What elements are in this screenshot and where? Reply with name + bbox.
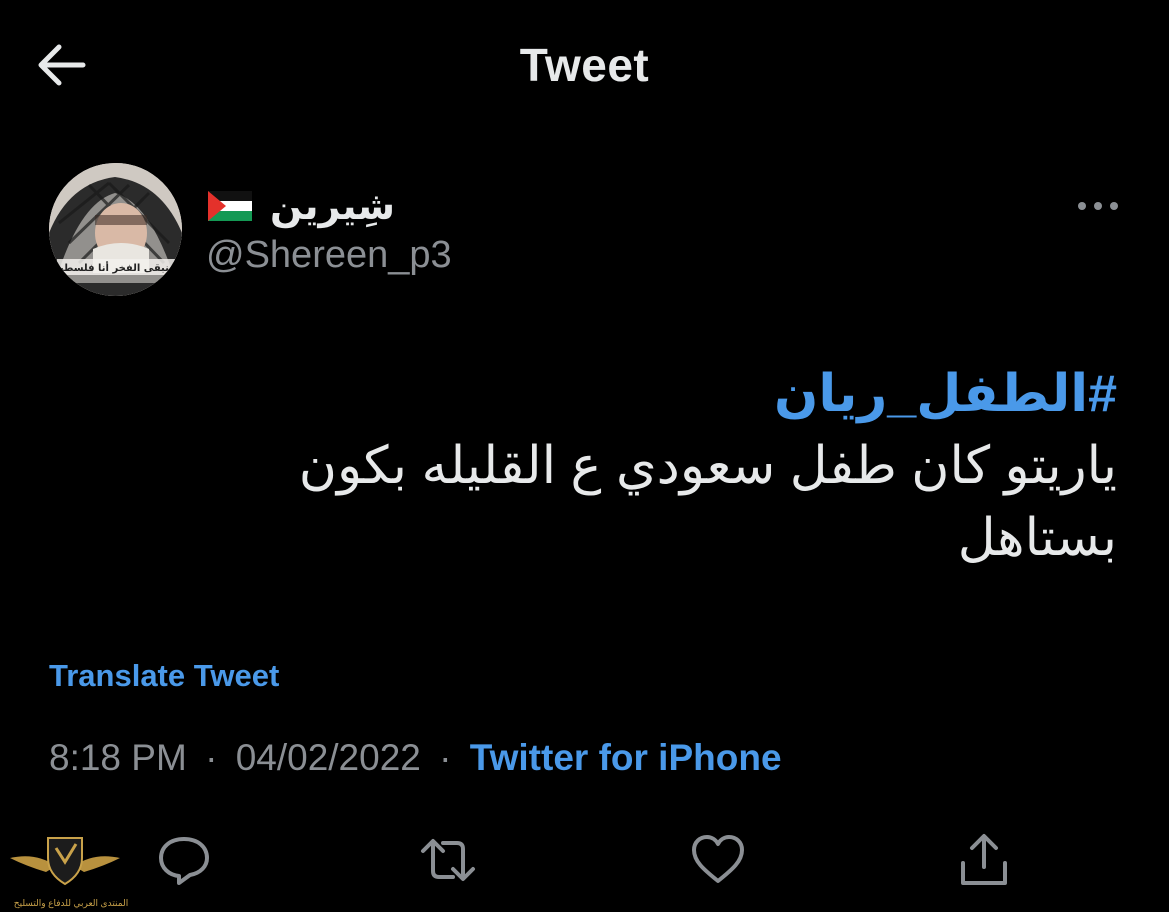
author-name-row[interactable]: شِيرين [208, 180, 395, 232]
page-title: Tweet [519, 39, 650, 91]
author-handle[interactable]: @Shereen_p3 [206, 234, 452, 277]
share-icon [961, 834, 1007, 885]
more-options-button[interactable] [1070, 188, 1126, 224]
tweet-meta: 8:18 PM · 04/02/2022 · Twitter for iPhon… [49, 737, 782, 779]
reply-button[interactable] [152, 828, 216, 892]
hashtag-link[interactable]: #الطفل_ريان [217, 358, 1117, 430]
forum-watermark-logo: المنتدى العربي للدفاع والتسليح [6, 832, 128, 910]
tweet-actions-bar [0, 828, 1169, 892]
tweet-text-block: #الطفل_ريان ياريتو كان طفل سعودي ع القلي… [217, 358, 1117, 574]
share-button[interactable] [952, 828, 1016, 892]
palestine-flag-icon [208, 191, 252, 221]
more-horizontal-icon [1078, 202, 1118, 210]
avatar[interactable]: سنبقى الفخر أنا فلسطين [49, 163, 182, 296]
heart-icon [692, 835, 744, 883]
like-button[interactable] [686, 828, 750, 892]
meta-separator: · [439, 737, 452, 778]
top-bar: Tweet [0, 0, 1169, 130]
tweet-source-link[interactable]: Twitter for iPhone [470, 737, 782, 778]
avatar-caption: سنبقى الفخر أنا فلسطين [51, 261, 179, 274]
tweet-time: 8:18 PM [49, 737, 187, 778]
meta-separator: · [205, 737, 218, 778]
avatar-image: سنبقى الفخر أنا فلسطين [49, 163, 182, 296]
watermark-text: المنتدى العربي للدفاع والتسليح [13, 898, 129, 908]
author-display-name: شِيرين [270, 185, 395, 228]
retweet-button[interactable] [416, 828, 480, 892]
reply-icon [159, 837, 209, 885]
tweet-text: ياريتو كان طفل سعودي ع القليله بكون بستا… [298, 437, 1117, 567]
retweet-icon [421, 839, 475, 881]
tweet-date: 04/02/2022 [235, 737, 421, 778]
translate-tweet-link[interactable]: Translate Tweet [49, 658, 279, 694]
eagle-shield-logo-icon [10, 837, 120, 886]
